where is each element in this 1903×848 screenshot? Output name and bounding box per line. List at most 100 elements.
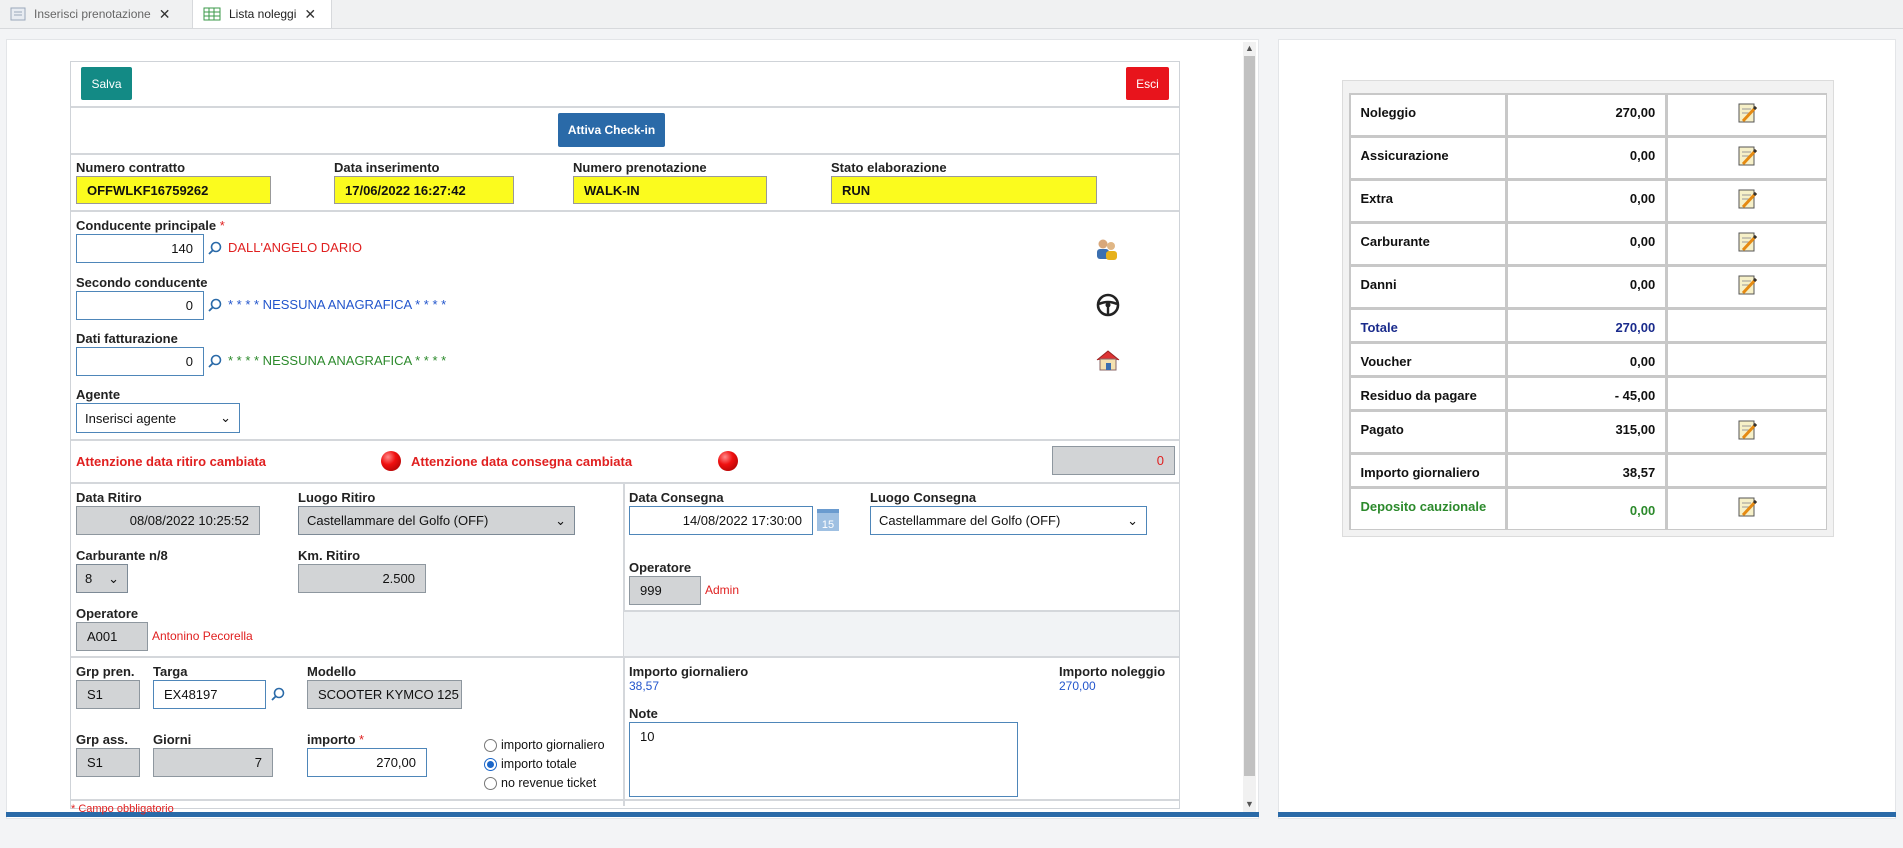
edit-note-icon[interactable] bbox=[1736, 495, 1758, 519]
summary-label: Danni bbox=[1350, 266, 1505, 307]
scrollbar-thumb[interactable] bbox=[1244, 56, 1255, 776]
model-label: Modello bbox=[307, 664, 357, 679]
edit-note-icon[interactable] bbox=[1736, 187, 1758, 211]
summary-label: Pagato bbox=[1350, 411, 1505, 452]
summary-edit-cell bbox=[1668, 411, 1826, 452]
house-icon[interactable] bbox=[1095, 349, 1121, 371]
second-driver-name: * * * * NESSUNA ANAGRAFICA * * * * bbox=[228, 297, 447, 312]
radio-button-checked[interactable] bbox=[484, 758, 497, 771]
rental-amount-value: 270,00 bbox=[1059, 679, 1096, 693]
edit-note-icon[interactable] bbox=[1736, 230, 1758, 254]
booking-group-label: Grp pren. bbox=[76, 664, 135, 679]
edit-note-icon[interactable] bbox=[1736, 273, 1758, 297]
summary-row-assicurazione: Assicurazione 0,00 bbox=[1349, 136, 1827, 179]
tab-lista-noleggi[interactable]: Lista noleggi ✕ bbox=[192, 0, 332, 28]
scroll-up-icon[interactable]: ▲ bbox=[1245, 43, 1254, 53]
search-icon[interactable] bbox=[208, 241, 222, 255]
km-field: 2.500 bbox=[298, 564, 426, 593]
days-label: Giorni bbox=[153, 732, 192, 747]
exit-button[interactable]: Esci bbox=[1126, 67, 1169, 100]
edit-note-icon[interactable] bbox=[1736, 144, 1758, 168]
summary-value: - 45,00 bbox=[1507, 377, 1666, 409]
divider bbox=[71, 482, 1179, 484]
tab-label: Lista noleggi bbox=[229, 7, 297, 21]
summary-label: Extra bbox=[1350, 180, 1505, 221]
steering-wheel-icon[interactable] bbox=[1096, 293, 1120, 317]
warning-light-icon bbox=[381, 451, 401, 471]
summary-value: 270,00 bbox=[1507, 309, 1666, 341]
amount-input[interactable]: 270,00 bbox=[307, 748, 427, 777]
return-date-input[interactable]: 14/08/2022 17:30:00 bbox=[629, 506, 813, 535]
radio-label: no revenue ticket bbox=[501, 776, 597, 790]
return-operator-label: Operatore bbox=[629, 560, 692, 575]
return-operator-name: Admin bbox=[705, 583, 740, 597]
pickup-operator-name: Antonino Pecorella bbox=[152, 629, 253, 643]
fuel-label: Carburante n/8 bbox=[76, 548, 168, 563]
edit-note-icon[interactable] bbox=[1736, 101, 1758, 125]
insurance-group-label: Grp ass. bbox=[76, 732, 129, 747]
search-icon[interactable] bbox=[271, 687, 285, 701]
summary-table: Noleggio 270,00 Assicurazione 0,00 Extra… bbox=[1342, 80, 1834, 537]
summary-edit-cell bbox=[1668, 309, 1826, 341]
insert-date-label: Data inserimento bbox=[334, 160, 440, 175]
scroll-down-icon[interactable]: ▼ bbox=[1245, 799, 1254, 809]
radio-button[interactable] bbox=[484, 739, 497, 752]
agent-select[interactable]: Inserisci agente ⌄ bbox=[76, 403, 240, 433]
summary-row-noleggio: Noleggio 270,00 bbox=[1349, 93, 1827, 136]
summary-row-totale: Totale 270,00 bbox=[1349, 308, 1827, 342]
summary-edit-cell bbox=[1668, 343, 1826, 375]
summary-value: 0,00 bbox=[1507, 488, 1666, 529]
summary-label: Noleggio bbox=[1350, 94, 1505, 135]
summary-value: 0,00 bbox=[1507, 223, 1666, 264]
pickup-place-value: Castellammare del Golfo (OFF) bbox=[307, 513, 489, 528]
summary-label: Totale bbox=[1350, 309, 1505, 341]
close-icon[interactable]: ✕ bbox=[159, 6, 171, 23]
radio-total[interactable]: importo totale bbox=[484, 755, 605, 774]
divider bbox=[71, 153, 1179, 155]
summary-edit-cell bbox=[1668, 180, 1826, 221]
radio-label: importo totale bbox=[501, 757, 577, 771]
people-icon[interactable] bbox=[1094, 237, 1120, 261]
save-button[interactable]: Salva bbox=[81, 67, 132, 100]
summary-row-residuo: Residuo da pagare - 45,00 bbox=[1349, 376, 1827, 410]
close-icon[interactable]: ✕ bbox=[304, 6, 316, 23]
panel-bottom-bar bbox=[1278, 812, 1896, 817]
calendar-icon[interactable]: 15 bbox=[817, 509, 839, 531]
search-icon[interactable] bbox=[208, 298, 222, 312]
checkin-button[interactable]: Attiva Check-in bbox=[558, 113, 665, 147]
search-icon[interactable] bbox=[208, 354, 222, 368]
warning-counter: 0 bbox=[1052, 446, 1175, 475]
summary-value: 0,00 bbox=[1507, 266, 1666, 307]
notes-textarea[interactable]: 10 bbox=[629, 722, 1018, 797]
summary-value: 0,00 bbox=[1507, 180, 1666, 221]
return-date-warning: Attenzione data consegna cambiata bbox=[411, 454, 633, 469]
divider bbox=[71, 439, 1179, 441]
radio-daily[interactable]: importo giornaliero bbox=[484, 736, 605, 755]
summary-edit-cell bbox=[1668, 137, 1826, 178]
radio-label: importo giornaliero bbox=[501, 738, 605, 752]
summary-edit-cell bbox=[1668, 266, 1826, 307]
summary-value: 38,57 bbox=[1507, 454, 1666, 486]
summary-value: 0,00 bbox=[1507, 137, 1666, 178]
required-field-note: * Campo obbligatorio bbox=[71, 803, 174, 815]
pickup-date-field: 08/08/2022 10:25:52 bbox=[76, 506, 260, 535]
pickup-operator-label: Operatore bbox=[76, 606, 139, 621]
return-place-select[interactable]: Castellammare del Golfo (OFF) ⌄ bbox=[870, 506, 1147, 535]
daily-amount-value: 38,57 bbox=[629, 679, 660, 693]
tab-inserisci-prenotazione[interactable]: Inserisci prenotazione ✕ bbox=[0, 0, 190, 28]
chevron-down-icon: ⌄ bbox=[1127, 512, 1138, 528]
amount-label: importo * bbox=[307, 732, 365, 747]
plate-input[interactable]: EX48197 bbox=[153, 680, 266, 709]
chevron-down-icon: ⌄ bbox=[108, 570, 119, 586]
radio-no-revenue[interactable]: no revenue ticket bbox=[484, 774, 605, 793]
fuel-select[interactable]: 8 ⌄ bbox=[76, 564, 128, 593]
pickup-place-select[interactable]: Castellammare del Golfo (OFF) ⌄ bbox=[298, 506, 575, 535]
billing-code-input[interactable]: 0 bbox=[76, 347, 204, 376]
second-driver-code-input[interactable]: 0 bbox=[76, 291, 204, 320]
edit-note-icon[interactable] bbox=[1736, 418, 1758, 442]
summary-edit-cell bbox=[1668, 94, 1826, 135]
processing-status-field: RUN bbox=[831, 176, 1097, 204]
radio-button[interactable] bbox=[484, 777, 497, 790]
main-driver-code-input[interactable]: 140 bbox=[76, 234, 204, 263]
pickup-place-label: Luogo Ritiro bbox=[298, 490, 376, 505]
